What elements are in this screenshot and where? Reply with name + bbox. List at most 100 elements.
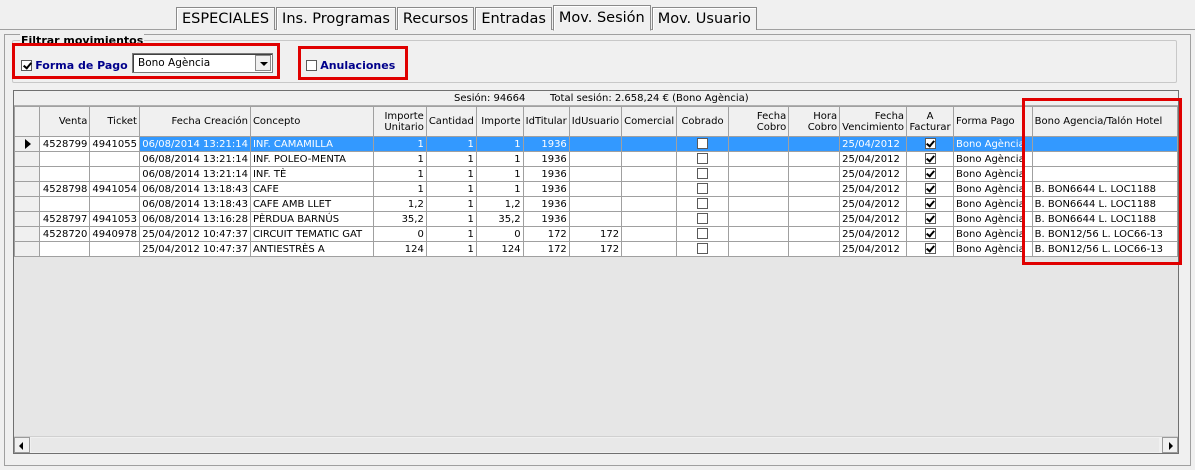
tab-recursos[interactable]: Recursos: [396, 7, 475, 30]
tab-entradas[interactable]: Entradas: [475, 7, 552, 30]
row-indicator[interactable]: [14, 181, 41, 197]
table-cell: 25/04/2012: [839, 211, 908, 227]
a-facturar-checkbox[interactable]: [924, 168, 936, 179]
row-indicator[interactable]: [14, 241, 41, 257]
scroll-right-icon[interactable]: [1162, 437, 1178, 453]
a-facturar-checkbox[interactable]: [924, 198, 936, 209]
column-header[interactable]: Cobrado: [676, 106, 729, 137]
table-cell: 25/04/2012: [839, 241, 908, 257]
column-header[interactable]: Venta: [39, 106, 91, 137]
cobrado-checkbox[interactable]: [697, 198, 709, 209]
table-cell: [788, 211, 841, 227]
table-cell: 06/08/2014 13:18:43: [138, 196, 251, 212]
table-cell: [89, 166, 140, 182]
table-cell: Bono Agència: [953, 166, 1033, 182]
column-header[interactable]: Importe Unitario: [373, 106, 427, 137]
column-header[interactable]: Importe: [475, 106, 524, 137]
table-cell: 06/08/2014 13:21:14: [138, 136, 251, 152]
table-cell: [788, 181, 841, 197]
column-header[interactable]: Cantidad: [425, 106, 477, 137]
table-cell: 1936: [522, 211, 570, 227]
table-row[interactable]: 4528797 4941053 06/08/2014 13:16:28 PÈRDUA …: [14, 211, 1178, 227]
cobrado-checkbox[interactable]: [697, 183, 709, 194]
row-indicator[interactable]: [14, 166, 41, 182]
column-header[interactable]: Ticket: [89, 106, 140, 137]
tab-mov-sesion[interactable]: Mov. Sesión: [552, 5, 651, 31]
row-indicator[interactable]: [14, 196, 41, 212]
column-header[interactable]: Hora Cobro: [788, 106, 841, 137]
a-facturar-checkbox[interactable]: [924, 213, 936, 224]
cobrado-cell: [676, 151, 729, 167]
table-row[interactable]: 4528798 4941054 06/08/2014 13:18:43 CAFE 1 1 1…: [14, 181, 1178, 197]
table-row[interactable]: 06/08/2014 13:21:14 INF. TÈ 1 1 1 1936 25/04/2…: [14, 166, 1178, 182]
cobrado-checkbox[interactable]: [697, 213, 709, 224]
table-cell: 35,2: [475, 211, 524, 227]
cobrado-checkbox[interactable]: [697, 138, 709, 149]
column-header[interactable]: Forma Pago: [953, 106, 1033, 137]
cobrado-checkbox[interactable]: [697, 153, 709, 164]
a-facturar-cell: [906, 136, 954, 152]
table-cell: 0: [475, 226, 524, 242]
table-row[interactable]: 25/04/2012 10:47:37 ANTIESTRÈS A 124 1 124 17…: [14, 241, 1178, 257]
a-facturar-cell: [906, 166, 954, 182]
current-row-arrow-icon: [25, 139, 31, 149]
table-cell: [727, 211, 790, 227]
column-header[interactable]: Fecha Creación: [138, 106, 251, 137]
tab-mov-usuario[interactable]: Mov. Usuario: [651, 7, 757, 30]
table-cell: INF. TÈ: [249, 166, 375, 182]
table-cell: [621, 166, 678, 182]
payment-method-select[interactable]: Bono Agència: [132, 53, 273, 73]
a-facturar-checkbox[interactable]: [924, 243, 936, 254]
table-cell: PÈRDUA BARNÚS: [249, 211, 375, 227]
column-header[interactable]: IdTitular: [522, 106, 570, 137]
table-cell: 1,2: [475, 196, 524, 212]
table-cell: 172: [568, 226, 623, 242]
scroll-left-icon[interactable]: [14, 437, 30, 453]
table-row[interactable]: 4528720 4940978 25/04/2012 10:47:37 CIRCUIT…: [14, 226, 1178, 242]
a-facturar-checkbox[interactable]: [924, 138, 936, 149]
scrollbar-thumb[interactable]: [31, 438, 1159, 452]
cancellations-checkbox-label: Anulaciones: [320, 59, 396, 72]
cobrado-checkbox[interactable]: [697, 243, 709, 254]
cobrado-checkbox[interactable]: [697, 168, 709, 179]
chevron-down-icon[interactable]: [255, 55, 271, 71]
table-cell: [89, 151, 140, 167]
table-cell: [727, 136, 790, 152]
cancellations-filter-option[interactable]: Anulaciones: [306, 59, 395, 72]
row-indicator[interactable]: [14, 136, 41, 152]
cancellations-checkbox[interactable]: [306, 60, 317, 71]
cobrado-cell: [676, 136, 729, 152]
tab-ins-programas[interactable]: Ins. Programas: [276, 7, 396, 30]
a-facturar-checkbox[interactable]: [924, 183, 936, 194]
table-cell: [568, 166, 623, 182]
payment-filter-option[interactable]: Forma de Pago: [21, 59, 128, 72]
table-cell: [621, 181, 678, 197]
column-header[interactable]: Fecha Vencimiento: [839, 106, 908, 137]
row-indicator[interactable]: [14, 226, 41, 242]
row-indicator[interactable]: [14, 151, 41, 167]
column-header[interactable]: IdUsuario: [568, 106, 623, 137]
a-facturar-checkbox[interactable]: [924, 228, 936, 239]
a-facturar-checkbox[interactable]: [924, 153, 936, 164]
column-header[interactable]: A Facturar: [906, 106, 954, 137]
payment-method-value: Bono Agència: [138, 57, 211, 69]
column-header[interactable]: Comercial: [621, 106, 678, 137]
tab-especiales[interactable]: ESPECIALES: [176, 7, 276, 30]
table-cell: 4940978: [89, 226, 140, 242]
horizontal-scrollbar[interactable]: [14, 436, 1178, 453]
column-header[interactable]: Fecha Cobro: [727, 106, 790, 137]
table-row[interactable]: 4528799 4941055 06/08/2014 13:21:14 INF. CA…: [14, 136, 1178, 152]
table-row[interactable]: 06/08/2014 13:18:43 CAFE AMB LLET 1,2 1 1,2 1…: [14, 196, 1178, 212]
table-row[interactable]: 06/08/2014 13:21:14 INF. POLEO-MENTA 1 1 1 19…: [14, 151, 1178, 167]
cobrado-checkbox[interactable]: [697, 228, 709, 239]
cobrado-cell: [676, 226, 729, 242]
row-indicator[interactable]: [14, 211, 41, 227]
table-cell: 25/04/2012: [839, 181, 908, 197]
table-cell: 4941055: [89, 136, 140, 152]
table-cell: [727, 241, 790, 257]
table-cell: [727, 166, 790, 182]
column-header[interactable]: Concepto: [249, 106, 375, 137]
table-cell: ANTIESTRÈS A: [249, 241, 375, 257]
payment-checkbox[interactable]: [21, 60, 32, 71]
movements-grid[interactable]: Sesión: 94664 Total sesión: 2.658,24 € (…: [13, 90, 1179, 454]
